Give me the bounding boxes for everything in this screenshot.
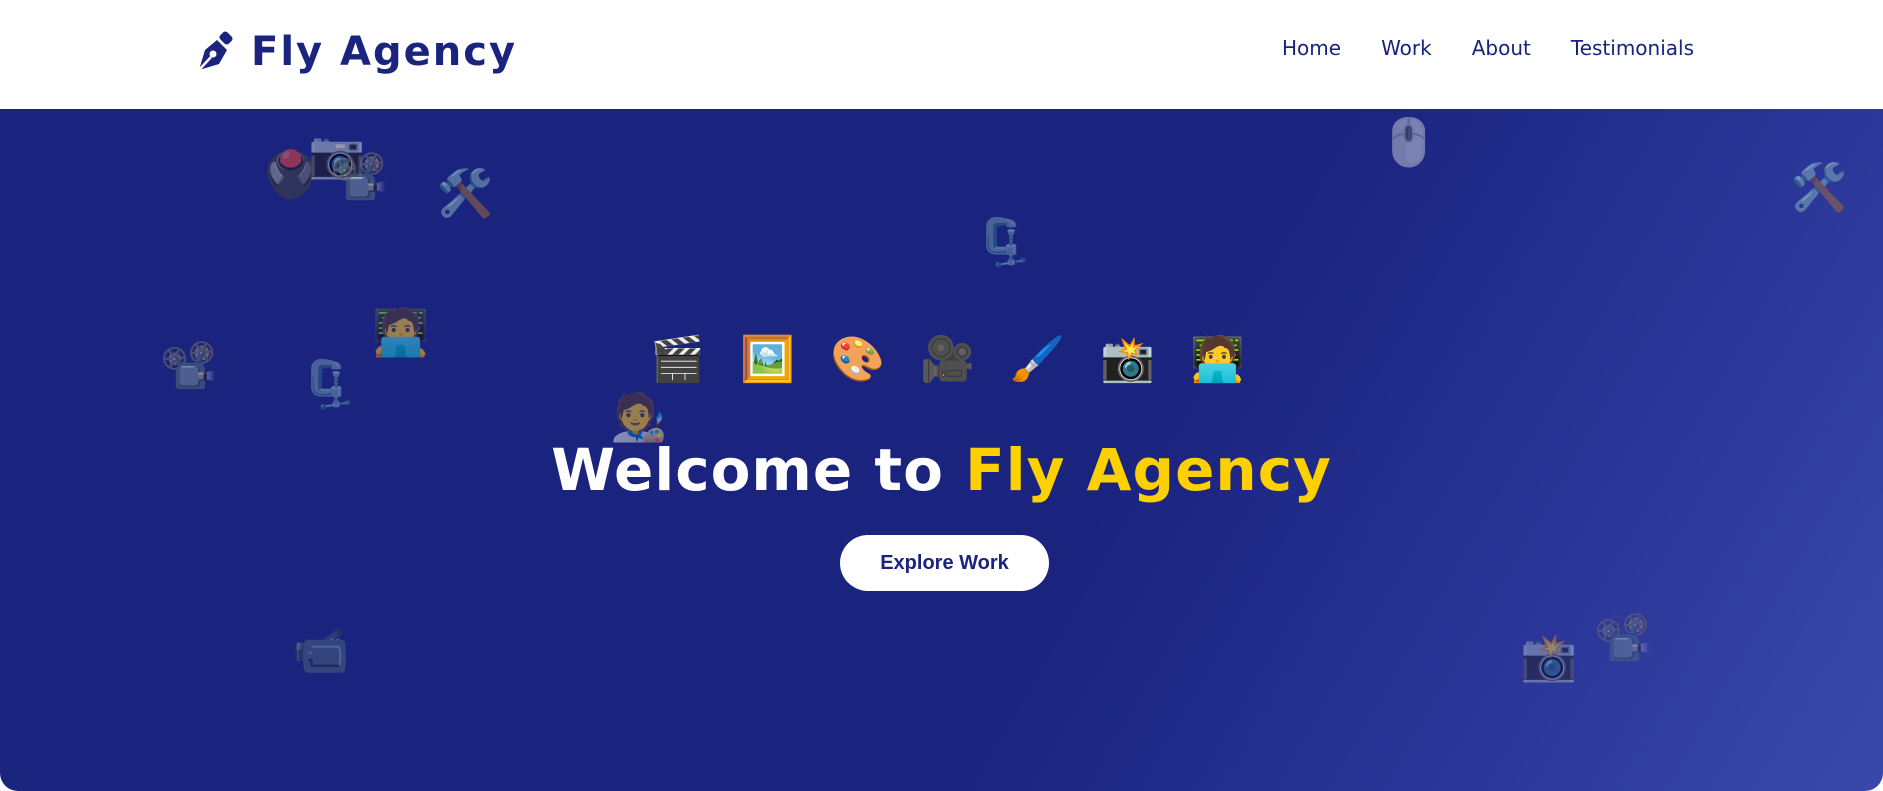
hero-title: Welcome to Fly Agency: [0, 436, 1883, 504]
fountain-pen-icon: [198, 31, 233, 71]
hero-title-prefix: Welcome to: [551, 436, 966, 504]
main-nav: Home Work About Testimonials: [1282, 36, 1694, 60]
nav-link-work[interactable]: Work: [1381, 36, 1432, 60]
hammer-wrench-icon: 🛠️: [436, 166, 494, 220]
hero-title-accent: Fly Agency: [965, 436, 1332, 504]
navbar: Fly Agency Home Work About Testimonials: [0, 0, 1883, 109]
brand-name: Fly Agency: [251, 29, 518, 75]
explore-work-button[interactable]: Explore Work: [840, 535, 1049, 591]
clamp-icon: 🗜️: [975, 215, 1033, 269]
creative-icons-row: 🎬 🖼️ 🎨 🎥 🖌️ 📸 🧑‍💻: [650, 334, 1245, 385]
clapper-board-icon: 🎬: [650, 334, 705, 385]
artist-palette-icon: 🎨: [830, 334, 885, 385]
framed-picture-icon: 🖼️: [740, 334, 795, 385]
hero-section: 🖲️ 📷 📽️ 🛠️ 🖱️ 🛠️ 🗜️ 🧑‍💻 📽️ 🗜️ 🧑‍🎨 📹 📸 📽️…: [0, 109, 1883, 791]
film-projector-icon: 📽️: [1594, 610, 1652, 664]
camera-flash-icon: 📸: [1100, 334, 1155, 385]
nav-link-about[interactable]: About: [1472, 36, 1531, 60]
film-projector-icon: 📽️: [160, 338, 218, 392]
hammer-wrench-icon: 🛠️: [1790, 160, 1848, 214]
camera-flash-icon: 📸: [1520, 630, 1578, 684]
movie-camera-icon: 🎥: [920, 334, 975, 385]
technologist-icon: 🧑‍💻: [372, 305, 430, 359]
nav-link-home[interactable]: Home: [1282, 36, 1341, 60]
video-camera-icon: 📹: [292, 623, 350, 677]
paintbrush-icon: 🖌️: [1010, 334, 1065, 385]
clamp-icon: 🗜️: [300, 357, 358, 411]
artist-icon: 🧑‍🎨: [610, 390, 668, 444]
computer-mouse-icon: 🖱️: [1380, 115, 1438, 169]
brand-logo-link[interactable]: Fly Agency: [193, 27, 517, 77]
nav-link-testimonials[interactable]: Testimonials: [1571, 36, 1694, 60]
technologist-icon: 🧑‍💻: [1190, 334, 1245, 385]
film-projector-icon: 📽️: [330, 149, 388, 203]
